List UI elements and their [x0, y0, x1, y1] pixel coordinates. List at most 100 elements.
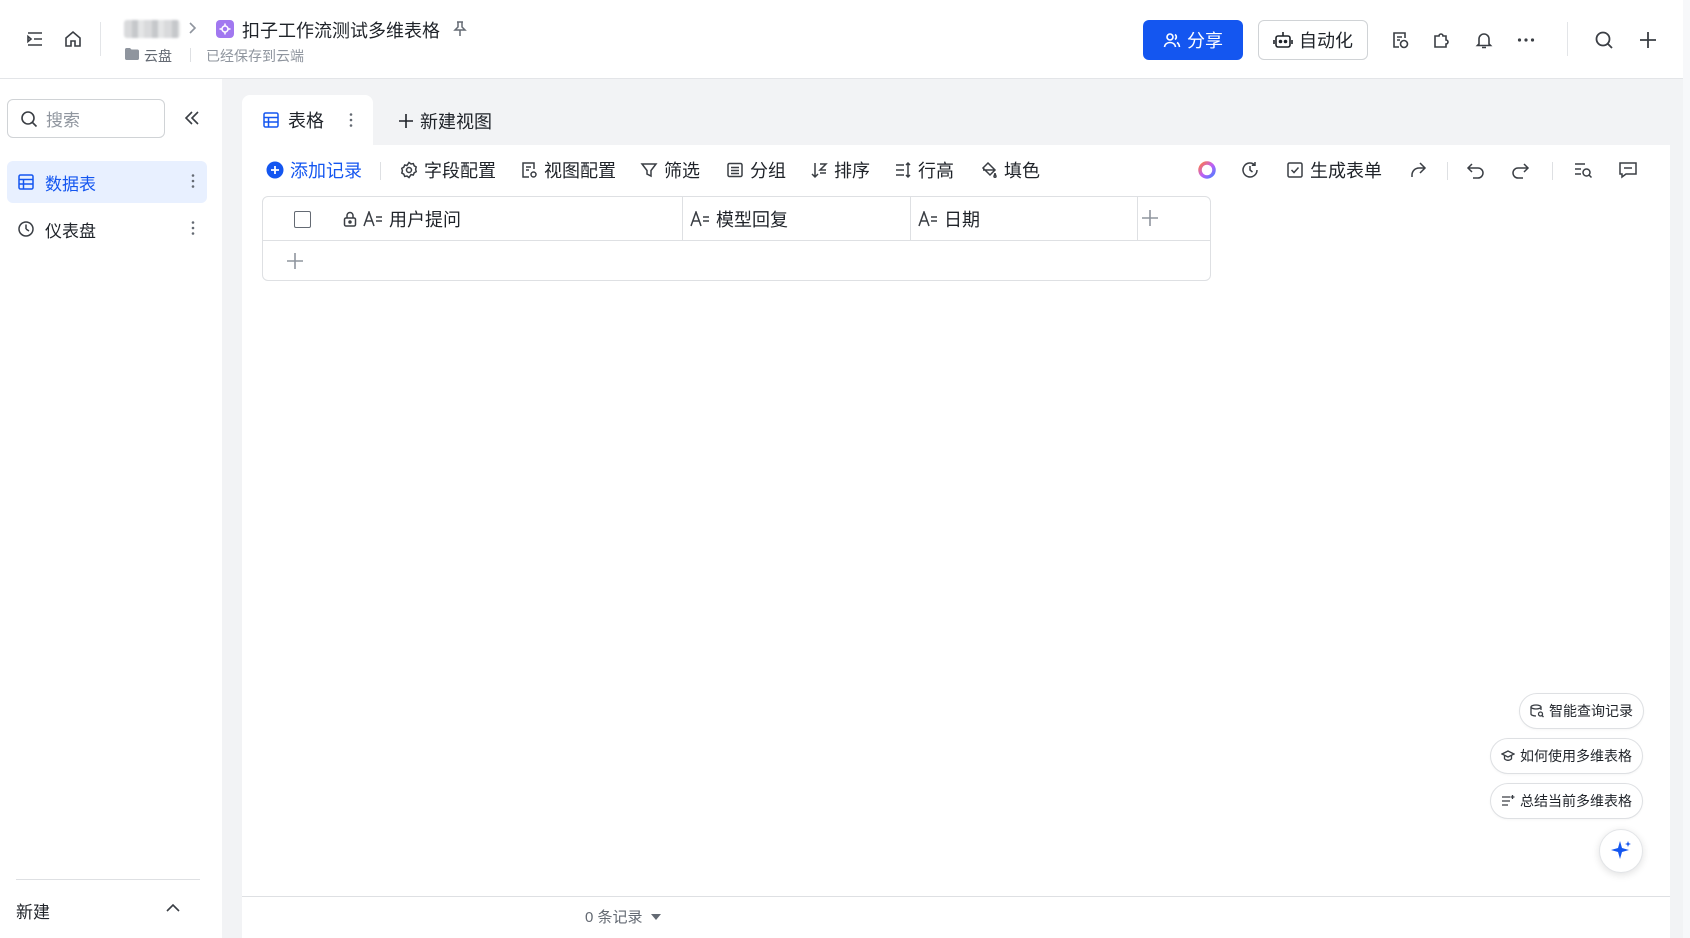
view-config-label: 视图配置 [544, 161, 616, 181]
text-field-icon [690, 211, 710, 227]
top-bar: 扣子工作流测试多维表格 云盘 已经保存到云端 分享 自动化 [0, 0, 1690, 79]
text-field-icon [918, 211, 938, 227]
column-label: 日期 [944, 210, 980, 230]
column-label: 用户提问 [389, 210, 461, 230]
group-icon [726, 161, 744, 179]
new-view-button[interactable]: 新建视图 [398, 108, 492, 134]
column-header[interactable]: 模型回复 [690, 197, 788, 241]
search-icon[interactable] [1590, 26, 1618, 54]
how-to-use-chip[interactable]: 如何使用多维表格 [1490, 738, 1643, 774]
dashboard-icon [17, 220, 35, 238]
sidebar: 搜索 数据表 仪表盘 新建 [0, 79, 222, 938]
more-vertical-icon[interactable] [191, 173, 195, 189]
sidebar-item-label: 仪表盘 [45, 221, 96, 241]
plus-icon [398, 113, 414, 129]
filter-label: 筛选 [664, 161, 700, 181]
view-config-button[interactable]: 视图配置 [520, 158, 616, 182]
summarize-chip[interactable]: 总结当前多维表格 [1490, 783, 1643, 819]
more-vertical-icon[interactable] [349, 112, 353, 128]
column-divider [682, 197, 683, 241]
undo-icon[interactable] [1464, 158, 1488, 182]
bell-icon[interactable] [1470, 26, 1498, 54]
outline-toggle-icon[interactable] [21, 25, 49, 53]
sidebar-search-input[interactable]: 搜索 [7, 99, 165, 138]
field-config-button[interactable]: 字段配置 [400, 158, 496, 182]
chip-label: 总结当前多维表格 [1520, 793, 1632, 809]
new-button[interactable]: 新建 [16, 898, 50, 923]
chip-label: 如何使用多维表格 [1520, 748, 1632, 764]
more-icon[interactable] [1512, 26, 1540, 54]
find-icon[interactable] [1571, 158, 1595, 182]
comment-icon[interactable] [1616, 158, 1640, 182]
paint-bucket-icon [980, 161, 998, 179]
lock-icon [343, 211, 357, 227]
column-label: 模型回复 [716, 210, 788, 230]
summary-icon [1501, 794, 1515, 808]
column-header[interactable]: 用户提问 [343, 197, 461, 241]
redo-icon[interactable] [1508, 158, 1532, 182]
table-icon [262, 111, 280, 129]
data-grid: 用户提问 模型回复 日期 [262, 196, 1211, 281]
generate-form-label: 生成表单 [1310, 161, 1382, 181]
plugin-icon[interactable] [1428, 26, 1456, 54]
document-title[interactable]: 扣子工作流测试多维表格 [242, 17, 440, 43]
field-config-label: 字段配置 [424, 161, 496, 181]
more-vertical-icon[interactable] [191, 220, 195, 236]
view-settings-icon [520, 161, 538, 179]
new-view-label: 新建视图 [420, 112, 492, 132]
smart-query-chip[interactable]: 智能查询记录 [1519, 693, 1644, 729]
add-record-button[interactable]: 添加记录 [266, 158, 362, 182]
fill-color-label: 填色 [1004, 161, 1040, 181]
divider [190, 48, 191, 62]
pin-icon[interactable] [452, 20, 468, 38]
generate-form-button[interactable]: 生成表单 [1286, 158, 1382, 182]
chevron-up-icon[interactable] [164, 899, 182, 917]
users-icon [1163, 31, 1181, 49]
ai-sparkle-button[interactable] [1599, 829, 1643, 873]
sidebar-item-data-table[interactable]: 数据表 [7, 161, 207, 203]
gear-icon [400, 161, 418, 179]
column-header[interactable]: 日期 [918, 197, 980, 241]
filter-button[interactable]: 筛选 [640, 158, 700, 182]
window-scrollbar[interactable] [1683, 0, 1690, 938]
search-icon [20, 110, 38, 128]
share-out-icon[interactable] [1406, 158, 1430, 182]
save-status: 已经保存到云端 [206, 48, 304, 64]
grid-header: 用户提问 模型回复 日期 [263, 197, 1210, 241]
sidebar-item-dashboard[interactable]: 仪表盘 [7, 208, 207, 250]
sort-button[interactable]: 排序 [810, 158, 870, 182]
text-field-icon [363, 211, 383, 227]
divider [100, 22, 101, 56]
add-column-icon[interactable] [1139, 207, 1161, 229]
robot-icon [1273, 31, 1293, 49]
row-height-button[interactable]: 行高 [894, 158, 954, 182]
column-divider [910, 197, 911, 241]
home-icon[interactable] [59, 25, 87, 53]
bitable-doc-icon [216, 20, 234, 38]
record-count-selector[interactable]: 0 条记录 [585, 906, 661, 927]
divider [242, 896, 1670, 897]
history-icon[interactable] [1238, 158, 1262, 182]
tab-label: 表格 [288, 111, 324, 131]
automation-label: 自动化 [1299, 31, 1353, 51]
breadcrumb-owner-blurred[interactable] [124, 20, 180, 38]
select-all-checkbox[interactable] [294, 211, 311, 228]
ai-assistant-icon[interactable] [1195, 158, 1219, 182]
fill-color-button[interactable]: 填色 [980, 158, 1040, 182]
column-divider [1137, 197, 1138, 241]
automation-button[interactable]: 自动化 [1258, 20, 1368, 60]
divider [16, 879, 200, 880]
chip-label: 智能查询记录 [1549, 703, 1633, 719]
group-button[interactable]: 分组 [726, 158, 786, 182]
share-button[interactable]: 分享 [1143, 20, 1243, 60]
collapse-sidebar-icon[interactable] [182, 108, 202, 128]
divider [1447, 162, 1448, 180]
add-row-icon[interactable] [284, 250, 306, 272]
tab-grid-view[interactable]: 表格 [242, 95, 373, 145]
plus-icon[interactable] [1634, 26, 1662, 54]
folder-link[interactable]: 云盘 [144, 46, 172, 66]
doc-info-icon[interactable] [1386, 26, 1414, 54]
row-height-icon [894, 161, 912, 179]
sort-label: 排序 [834, 161, 870, 181]
share-label: 分享 [1187, 31, 1223, 51]
